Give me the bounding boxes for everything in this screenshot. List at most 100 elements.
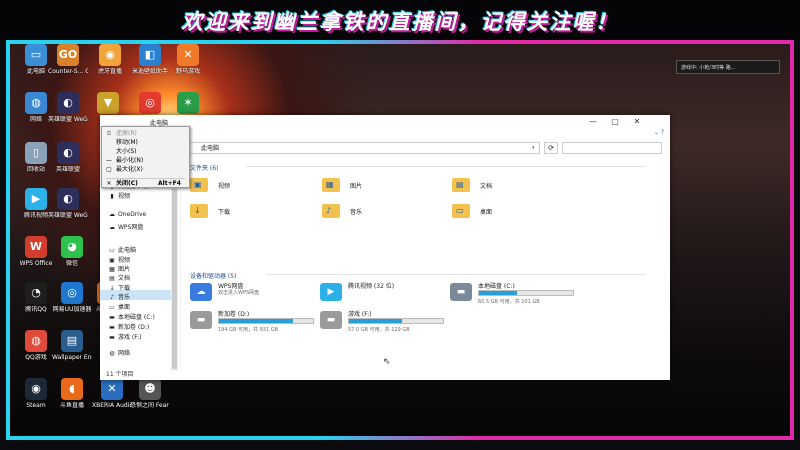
desktop-icon[interactable]: ◔ 腾讯QQ [16, 282, 56, 313]
address-bar[interactable]: 此电脑 [170, 142, 540, 154]
desktop-icon-label: 斗鱼直播 [59, 402, 84, 409]
nav-item[interactable]: ↓ 下载 [108, 284, 130, 293]
menu-item[interactable]: 大小(S) [102, 147, 189, 156]
ribbon-help-icon[interactable]: ⌄ ? [654, 129, 664, 136]
folder-overlay-icon: ▤ [456, 180, 464, 189]
desktop-icon[interactable]: ◐ 英雄联盟 WeGame版 [48, 188, 88, 219]
menu-item[interactable]: ▢ 最大化(X) [102, 165, 189, 174]
nav-item[interactable]: ♪ 音乐 [108, 293, 130, 302]
app-icon: ▶ [25, 188, 47, 210]
desktop-icon[interactable]: ◖ 斗鱼直播 [52, 378, 92, 409]
nav-item[interactable]: ▬ 本地磁盘 (C:) [108, 313, 155, 322]
menu-item-label: 最大化(X) [116, 166, 143, 173]
menu-item[interactable]: ✕ 关闭(C) Alt+F4 [102, 179, 189, 188]
nav-item-label: 视频 [118, 257, 131, 264]
menu-item[interactable]: — 最小化(N) [102, 156, 189, 165]
folder-item[interactable]: ▤ 文档 [452, 177, 542, 201]
desktop-icon[interactable]: ◉ 虎牙直播 [90, 44, 130, 75]
nav-item-label: 此电脑 [118, 247, 137, 254]
desktop-icon-label: 米逅壁纸助手 [131, 68, 168, 75]
nav-item[interactable]: ▬ 新加卷 (D:) [108, 323, 149, 332]
folder-item[interactable]: ▦ 图片 [322, 177, 412, 201]
nav-item-label: 文档 [118, 275, 131, 282]
nav-icon: ♪ [110, 294, 114, 301]
folder-item[interactable]: ♪ 音乐 [322, 203, 412, 227]
menu-item[interactable]: 移动(M) [102, 138, 189, 147]
desktop-icon[interactable]: ☻ 恐惧之间 Fear sur... [130, 378, 170, 409]
drive-usage-fill [219, 319, 294, 323]
address-path: 此电脑 [201, 145, 220, 152]
drive-usage-fill [349, 319, 402, 323]
group-header-drives[interactable]: 设备和驱动器 (5) [190, 271, 236, 280]
nav-item[interactable]: ▤ 文档 [108, 274, 130, 283]
drive-item[interactable]: ▶ 腾讯视频 (32 位) [320, 281, 450, 311]
nav-item[interactable]: ☁ OneDrive [108, 210, 146, 219]
nav-item-label: 下载 [118, 285, 131, 292]
app-icon: ◧ [139, 44, 161, 66]
nav-icon: ▭ [109, 247, 115, 254]
close-button[interactable]: ✕ [626, 115, 648, 129]
desktop-icon[interactable]: ◉ Steam [16, 378, 56, 409]
chevron-down-icon[interactable]: ▾ [532, 145, 535, 151]
desktop-icon[interactable]: ◐ 英雄联盟 [48, 142, 88, 173]
nav-scrollbar[interactable] [171, 159, 178, 371]
group-header-folders[interactable]: 文件夹 (6) [190, 163, 218, 172]
menu-shortcut: Alt+F4 [158, 180, 181, 187]
app-icon: ◐ [57, 142, 79, 164]
nav-item[interactable]: ▣ 视频 [108, 256, 130, 265]
drive-item[interactable]: ▬ 本地磁盘 (C:) 60.5 GB 可用，共 101 GB [450, 281, 580, 311]
nav-item-label: OneDrive [118, 211, 147, 218]
menu-item-label: 移动(M) [116, 139, 138, 146]
nav-item[interactable]: ▭ 桌面 [108, 303, 130, 312]
notification-toast[interactable]: 游戏中: 小枪/3时等 路... [676, 60, 780, 74]
drive-subtitle: 双击进入WPS网盘 [218, 290, 260, 296]
navigation-pane: ▮斗鱼视频▮浏览器下载▮视频☁OneDrive☁WPS网盘▭此电脑▣视频▦图片▤… [100, 159, 181, 371]
folder-name: 桌面 [480, 209, 493, 216]
desktop-icon[interactable]: ◎ 网易UU加速器 [52, 282, 92, 313]
app-icon: ☻ [139, 378, 161, 400]
desktop-icon[interactable]: ◧ 米逅壁纸助手 [130, 44, 170, 75]
nav-icon: ☁ [109, 211, 115, 218]
app-icon: ◎ [61, 282, 83, 304]
drive-item[interactable]: ▬ 新加卷 (D:) 194 GB 可用，共 931 GB [190, 309, 320, 339]
nav-item[interactable]: ▭ 此电脑 [108, 246, 136, 255]
folder-icon: ▣ [190, 178, 208, 192]
desktop-icon-label: QQ游戏 [25, 354, 47, 361]
folder-name: 文档 [480, 183, 493, 190]
nav-item-label: 游戏 (F:) [118, 334, 142, 341]
desktop-icon[interactable]: GO Counter-S... Global Off... [48, 44, 88, 75]
nav-item[interactable]: ☁ WPS网盘 [108, 223, 143, 232]
nav-item[interactable]: ▮ 视频 [108, 192, 130, 201]
app-icon: ◎ [139, 92, 161, 114]
app-icon: ▼ [97, 92, 119, 114]
minimize-button[interactable]: — [582, 115, 604, 129]
search-input[interactable] [562, 142, 662, 154]
folder-name: 下载 [218, 209, 231, 216]
app-icon: ◔ [25, 282, 47, 304]
scroll-thumb[interactable] [172, 189, 177, 369]
desktop-icon[interactable]: ✕ XBERIA Audio... [92, 378, 132, 409]
folder-item[interactable]: ↓ 下载 [190, 203, 280, 227]
refresh-button[interactable]: ⟳ [544, 142, 558, 154]
menu-item-label: 关闭(C) [116, 180, 138, 187]
desktop-icon[interactable]: ◐ 英雄联盟 WeGame版 [48, 92, 88, 123]
desktop-icon[interactable]: ✕ 野马游戏 [168, 44, 208, 75]
drive-item[interactable]: ☁ WPS网盘 双击进入WPS网盘 [190, 281, 320, 311]
desktop-icon[interactable]: ▤ Wallpaper Engine:... [52, 330, 92, 361]
nav-item[interactable]: ▦ 图片 [108, 265, 130, 274]
maximize-button[interactable]: ▢ [604, 115, 626, 129]
desktop-icon[interactable]: ◍ QQ游戏 [16, 330, 56, 361]
drive-icon: ▬ [450, 283, 472, 301]
drive-usage-fill [479, 291, 517, 295]
nav-item[interactable]: ◍ 网络 [108, 349, 130, 358]
app-icon: ◉ [99, 44, 121, 66]
nav-item[interactable]: ▬ 游戏 (F:) [108, 333, 142, 342]
folder-icon: ▦ [322, 178, 340, 192]
desktop-icon[interactable]: W WPS Office [16, 236, 56, 267]
desktop-icon[interactable]: ◕ 微信 [52, 236, 92, 267]
drive-usage-bar [478, 290, 574, 296]
folder-item[interactable]: ▣ 视频 [190, 177, 280, 201]
drive-item[interactable]: ▬ 游戏 (F:) 57.0 GB 可用，共 129 GB [320, 309, 450, 339]
folder-overlay-icon: ♪ [326, 206, 332, 215]
folder-item[interactable]: ▭ 桌面 [452, 203, 542, 227]
